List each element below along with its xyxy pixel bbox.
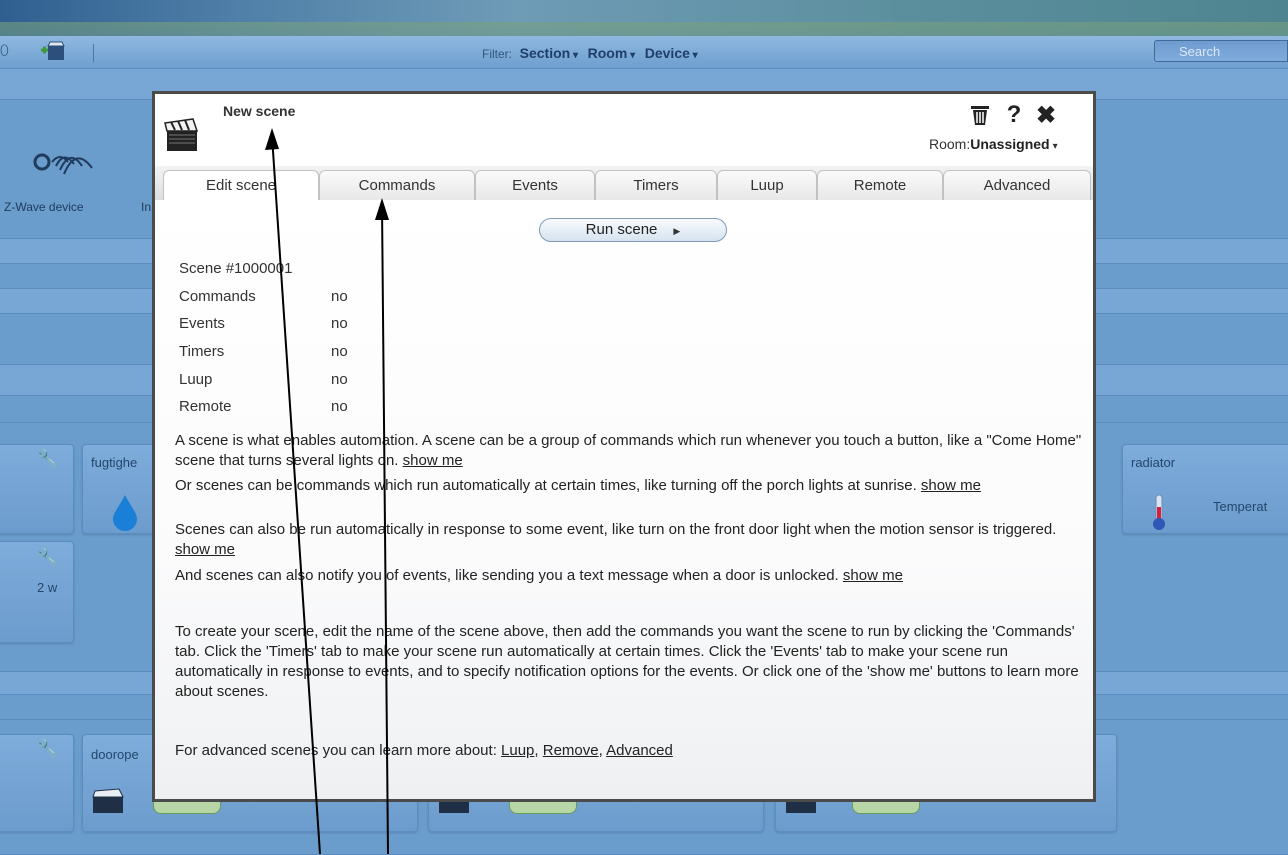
summary-label: Events: [179, 315, 225, 332]
run-scene-button[interactable]: Run scene ▶: [539, 218, 727, 242]
search-input[interactable]: Search: [1154, 40, 1288, 62]
luup-link[interactable]: Luup: [501, 742, 534, 759]
advanced-link[interactable]: Advanced: [606, 742, 673, 759]
run-button[interactable]: [852, 801, 920, 814]
room-selector[interactable]: Room:Unassigned ▾: [929, 136, 1058, 152]
filter-section-dropdown[interactable]: Section: [520, 45, 578, 61]
help-text: Scenes can also be run automatically in …: [175, 521, 1057, 538]
wrench-icon[interactable]: 🔧: [37, 548, 58, 568]
device-name: 2 w: [37, 580, 58, 595]
edit-scene-panel: Run scene ▶ Scene #1000001 Commands no Eve…: [155, 200, 1093, 799]
summary-value: no: [331, 343, 348, 360]
run-scene-label: Run scene: [585, 221, 658, 238]
summary-label: Remote: [179, 398, 232, 415]
advanced-links: For advanced scenes you can learn more a…: [175, 742, 673, 759]
device-detail: Temperat: [1213, 499, 1268, 514]
filter-device-dropdown[interactable]: Device: [645, 45, 698, 61]
play-arrow-icon: ▶: [673, 226, 681, 236]
close-icon[interactable]: ✖: [1033, 102, 1059, 129]
tab-timers[interactable]: Timers: [595, 170, 717, 200]
scene-card[interactable]: 🔧: [0, 734, 74, 832]
help-text: A scene is what enables automation. A sc…: [175, 432, 1082, 469]
water-drop-icon: [113, 495, 137, 531]
run-button[interactable]: [153, 801, 221, 814]
help-paragraph: Scenes can also be run automatically in …: [175, 520, 1085, 560]
summary-value: no: [331, 371, 348, 388]
device-card-2w[interactable]: 🔧 2 w: [0, 541, 74, 643]
device-name: radiator: [1131, 455, 1176, 470]
help-icon[interactable]: ?: [1001, 101, 1027, 128]
tab-advanced[interactable]: Advanced: [943, 170, 1091, 200]
trash-icon[interactable]: [967, 102, 993, 128]
zwave-device-label[interactable]: Z-Wave device: [4, 200, 84, 214]
chevron-down-icon: ▾: [1052, 141, 1058, 152]
filter-bar: Filter: Section Room Device: [482, 45, 704, 61]
device-card-radiator[interactable]: radiator Temperat: [1122, 444, 1288, 534]
room-label: Room:: [929, 136, 971, 152]
wrench-icon[interactable]: 🔧: [37, 739, 58, 759]
add-scene-icon[interactable]: [40, 40, 66, 62]
summary-label: Timers: [179, 343, 225, 360]
toolbar-left-icon[interactable]: ⬯: [0, 42, 10, 60]
help-text: And scenes can also notify you of events…: [175, 567, 839, 584]
scene-tabs: Edit scene Commands Events Timers Luup R…: [155, 166, 1093, 201]
summary-label: Luup: [179, 371, 213, 388]
scene-id: Scene #1000001: [179, 260, 293, 277]
summary-value: no: [331, 288, 348, 305]
wrench-icon[interactable]: 🔧: [37, 449, 58, 469]
device-card[interactable]: 🔧: [0, 444, 74, 534]
filter-room-dropdown[interactable]: Room: [588, 45, 635, 61]
instructions-text: To create your scene, edit the name of t…: [175, 623, 1079, 700]
zwave-logo-icon: [33, 153, 93, 175]
run-button[interactable]: [509, 801, 577, 814]
help-text: Or scenes can be commands which run auto…: [175, 477, 917, 494]
toolbar-divider: [93, 44, 94, 62]
help-paragraph: And scenes can also notify you of events…: [175, 566, 1085, 586]
new-scene-dialog: New scene ? ✖ Room:Unassigned ▾ Edit scen…: [152, 91, 1096, 802]
tab-luup[interactable]: Luup: [717, 170, 817, 200]
filter-label: Filter:: [482, 47, 512, 61]
clapperboard-icon: [164, 118, 199, 151]
help-paragraph: Or scenes can be commands which run auto…: [175, 476, 1085, 496]
device-name: fugtighe: [91, 455, 138, 470]
summary-value: no: [331, 315, 348, 332]
room-value: Unassigned: [970, 136, 1050, 152]
show-me-link[interactable]: show me: [403, 452, 463, 469]
tab-commands[interactable]: Commands: [319, 170, 475, 200]
show-me-link[interactable]: show me: [921, 477, 981, 494]
scene-name: doorope: [91, 747, 139, 762]
app-header-banner: [0, 0, 1288, 36]
tab-events[interactable]: Events: [475, 170, 595, 200]
help-paragraph: A scene is what enables automation. A sc…: [175, 431, 1085, 471]
scene-clapperboard-icon: [92, 788, 124, 813]
advanced-prefix: For advanced scenes you can learn more a…: [175, 742, 497, 759]
summary-label: Commands: [179, 288, 256, 305]
tab-edit-scene[interactable]: Edit scene: [163, 170, 319, 201]
top-toolbar: Filter: Section Room Device Search: [0, 36, 1288, 69]
scene-title[interactable]: New scene: [223, 103, 295, 119]
dialog-header: New scene ? ✖ Room:Unassigned ▾: [155, 94, 1093, 166]
tab-remote[interactable]: Remote: [817, 170, 943, 200]
zwave-secondary-label[interactable]: In: [141, 200, 151, 214]
summary-value: no: [331, 398, 348, 415]
show-me-link[interactable]: show me: [843, 567, 903, 584]
show-me-link[interactable]: show me: [175, 541, 235, 558]
thermometer-icon: [1153, 494, 1165, 530]
remove-link[interactable]: Remove: [543, 742, 599, 759]
